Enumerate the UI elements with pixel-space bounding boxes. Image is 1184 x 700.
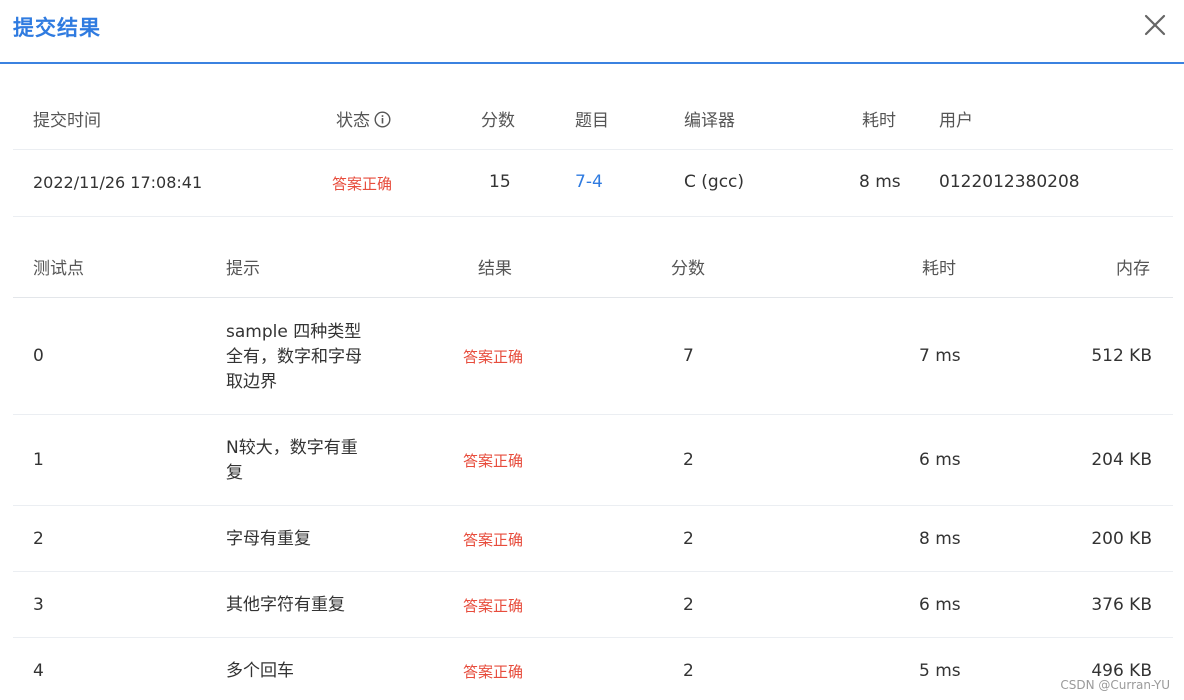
hint-line: sample 四种类型: [226, 322, 362, 342]
header-compiler: 编译器: [684, 111, 735, 131]
divider: [13, 637, 1173, 638]
elapsed-cell: 8 ms: [919, 529, 961, 549]
hint-line: N较大，数字有重: [226, 438, 358, 458]
score-value: 15: [489, 172, 511, 192]
header-test-point: 测试点: [33, 259, 84, 279]
score-cell: 2: [683, 595, 694, 615]
elapsed-value: 8 ms: [859, 172, 901, 192]
header-score: 分数: [481, 111, 515, 131]
header-elapsed: 耗时: [862, 111, 896, 131]
header-hint: 提示: [226, 259, 260, 279]
score-cell: 7: [683, 346, 694, 366]
hint-line: 全有，数字和字母: [226, 347, 362, 367]
header-problem: 题目: [575, 111, 609, 131]
elapsed-cell: 5 ms: [919, 661, 961, 681]
hint-line: 复: [226, 463, 243, 483]
result-cell: 答案正确: [463, 531, 524, 549]
info-circle-icon[interactable]: [374, 111, 391, 133]
memory-cell: 512 KB: [1091, 346, 1152, 366]
hint-cell: N较大，数字有重 复: [226, 436, 358, 486]
divider: [13, 571, 1173, 572]
hint-line: 字母有重复: [226, 529, 311, 549]
divider: [13, 216, 1173, 217]
test-point-cell: 4: [33, 661, 44, 681]
hint-cell: 其他字符有重复: [226, 593, 345, 618]
header-memory: 内存: [1116, 259, 1150, 279]
header-status-label: 状态: [336, 111, 370, 131]
elapsed-cell: 7 ms: [919, 346, 961, 366]
hint-cell: sample 四种类型 全有，数字和字母 取边界: [226, 320, 362, 395]
result-cell: 答案正确: [463, 452, 524, 470]
user-value: 0122012380208: [939, 172, 1080, 192]
status-value: 答案正确: [332, 175, 393, 193]
hint-cell: 多个回车: [226, 659, 294, 684]
memory-cell: 200 KB: [1091, 529, 1152, 549]
header-tc-elapsed: 耗时: [922, 259, 956, 279]
divider: [13, 414, 1173, 415]
memory-cell: 204 KB: [1091, 450, 1152, 470]
test-point-cell: 1: [33, 450, 44, 470]
header-submit-time: 提交时间: [33, 111, 101, 131]
header-tc-score: 分数: [671, 259, 705, 279]
hint-line: 其他字符有重复: [226, 595, 345, 615]
elapsed-cell: 6 ms: [919, 450, 961, 470]
hint-line: 取边界: [226, 372, 277, 392]
divider: [13, 149, 1173, 150]
test-point-cell: 0: [33, 346, 44, 366]
divider: [13, 505, 1173, 506]
test-point-cell: 2: [33, 529, 44, 549]
header-result: 结果: [478, 259, 512, 279]
compiler-value: C (gcc): [684, 172, 745, 192]
submit-time-value: 2022/11/26 17:08:41: [33, 173, 203, 192]
hint-cell: 字母有重复: [226, 527, 311, 552]
close-icon[interactable]: [1144, 14, 1166, 36]
score-cell: 2: [683, 529, 694, 549]
result-cell: 答案正确: [463, 663, 524, 681]
problem-link[interactable]: 7-4: [575, 172, 603, 192]
result-cell: 答案正确: [463, 348, 524, 366]
score-cell: 2: [683, 450, 694, 470]
elapsed-cell: 6 ms: [919, 595, 961, 615]
score-cell: 2: [683, 661, 694, 681]
dialog-title: 提交结果: [13, 16, 101, 40]
hint-line: 多个回车: [226, 661, 294, 681]
divider: [13, 297, 1173, 298]
header-user: 用户: [939, 111, 973, 131]
memory-cell: 376 KB: [1091, 595, 1152, 615]
dialog-header: 提交结果: [0, 0, 1184, 64]
result-cell: 答案正确: [463, 597, 524, 615]
test-point-cell: 3: [33, 595, 44, 615]
header-status: 状态: [336, 106, 391, 133]
watermark: CSDN @Curran-YU: [1060, 678, 1170, 692]
